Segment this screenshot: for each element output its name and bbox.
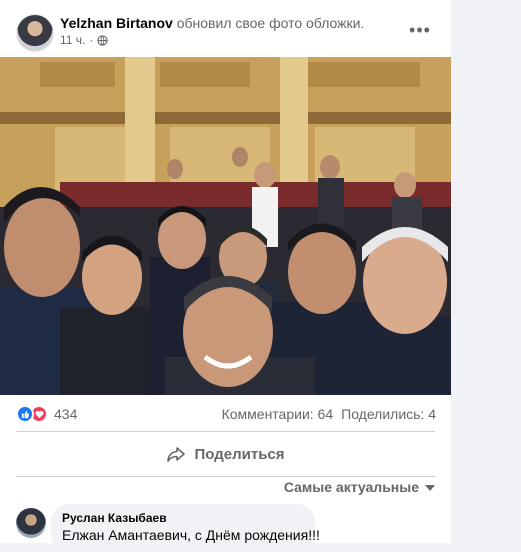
comment-sort-dropdown[interactable]: Самые актуальные	[284, 479, 435, 495]
engagement-stats: Комментарии: 64 Поделились: 4	[222, 406, 436, 422]
author-name[interactable]: Yelzhan Birtanov	[60, 15, 173, 31]
post-header: Yelzhan Birtanov обновил свое фото облож…	[0, 0, 451, 56]
share-arrow-icon	[167, 447, 186, 462]
divider-top	[16, 431, 435, 432]
page-background-strip	[451, 0, 521, 543]
author-line: Yelzhan Birtanov обновил свое фото облож…	[60, 15, 364, 32]
caret-down-icon	[425, 485, 435, 491]
share-label: Поделиться	[194, 445, 285, 463]
post-card: Yelzhan Birtanov обновил свое фото облож…	[0, 0, 451, 552]
reactions-count[interactable]: 434	[54, 406, 77, 422]
commenter-avatar[interactable]	[16, 508, 46, 538]
post-action-text: обновил свое фото обложки.	[176, 15, 365, 31]
shares-count[interactable]: Поделились: 4	[341, 406, 436, 422]
more-options-button[interactable]: •••	[404, 14, 436, 46]
comment-text: Елжан Амантаевич, с Днём рождения!!!	[62, 527, 320, 543]
sort-label: Самые актуальные	[283, 479, 419, 495]
comments-count[interactable]: Комментарии: 64	[222, 406, 334, 422]
group-selfie-photo	[0, 57, 451, 395]
author-avatar[interactable]	[16, 14, 54, 52]
globe-icon[interactable]	[97, 34, 109, 46]
divider-bottom	[16, 476, 435, 477]
post-timestamp[interactable]: 11 ч.	[60, 33, 85, 47]
more-dots-icon: •••	[409, 19, 431, 40]
comment-author[interactable]: Руслан Казыбаев	[62, 511, 167, 525]
meta-separator: ·	[89, 33, 94, 47]
cover-photo[interactable]	[0, 57, 451, 395]
reactions-summary[interactable]: 434	[16, 404, 77, 424]
like-icon	[16, 405, 34, 423]
post-meta: 11 ч. ·	[60, 33, 109, 47]
share-button[interactable]: Поделиться	[16, 436, 435, 472]
